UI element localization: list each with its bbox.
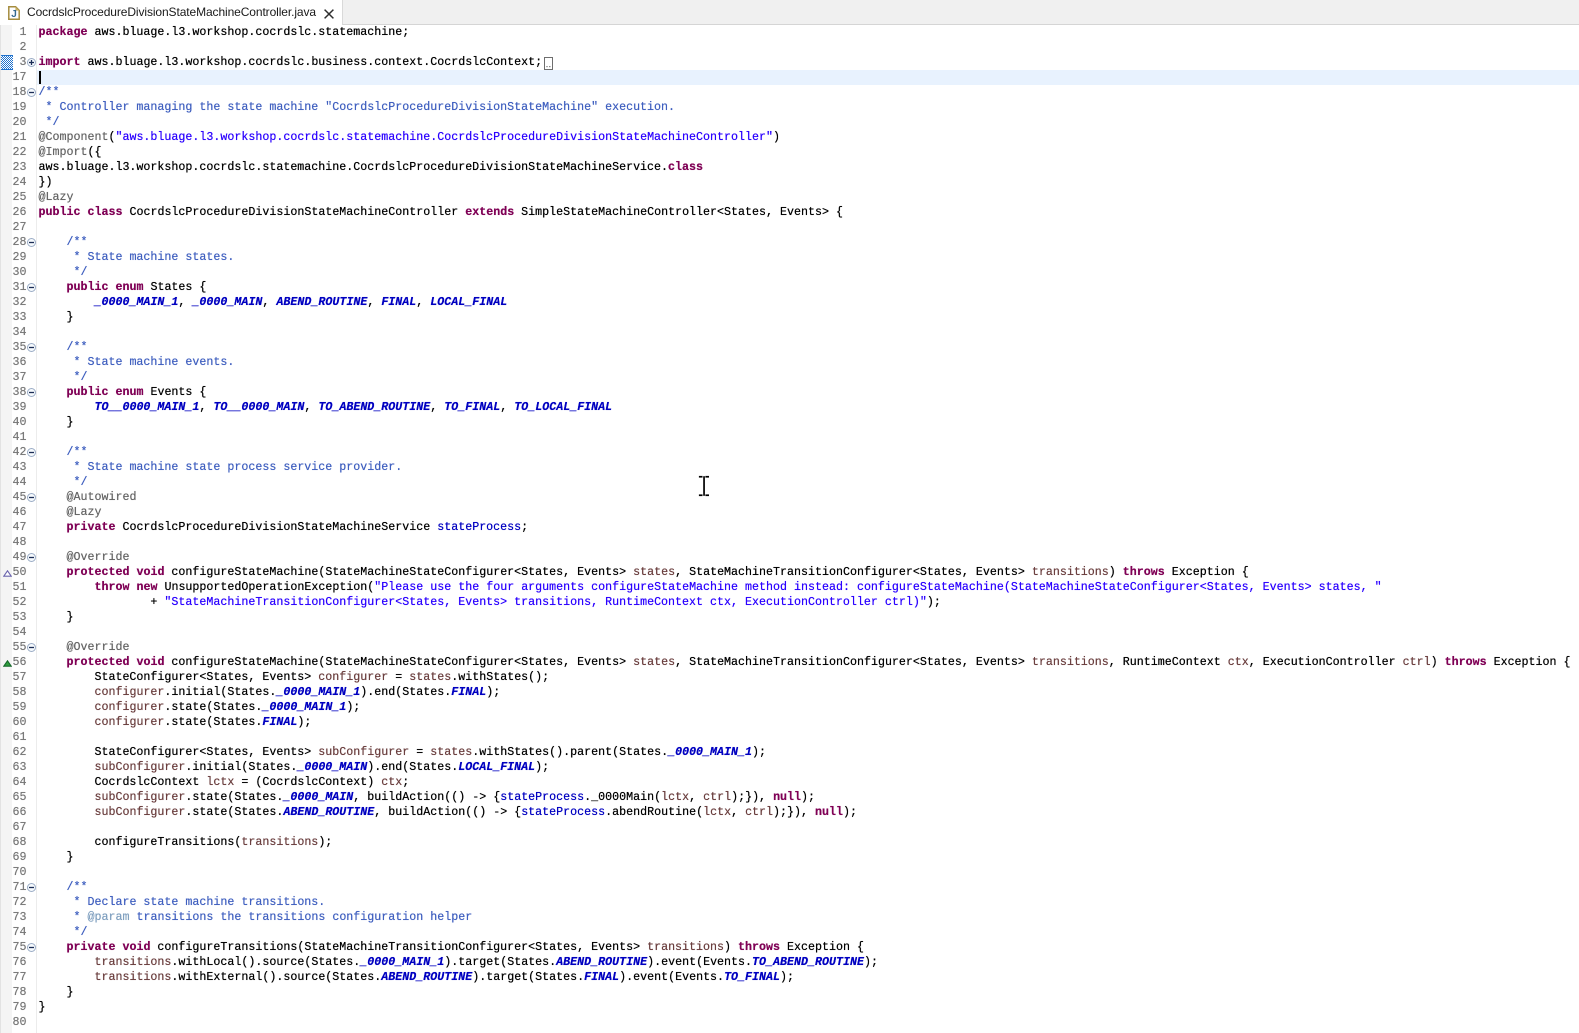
- svg-text:J: J: [11, 9, 17, 20]
